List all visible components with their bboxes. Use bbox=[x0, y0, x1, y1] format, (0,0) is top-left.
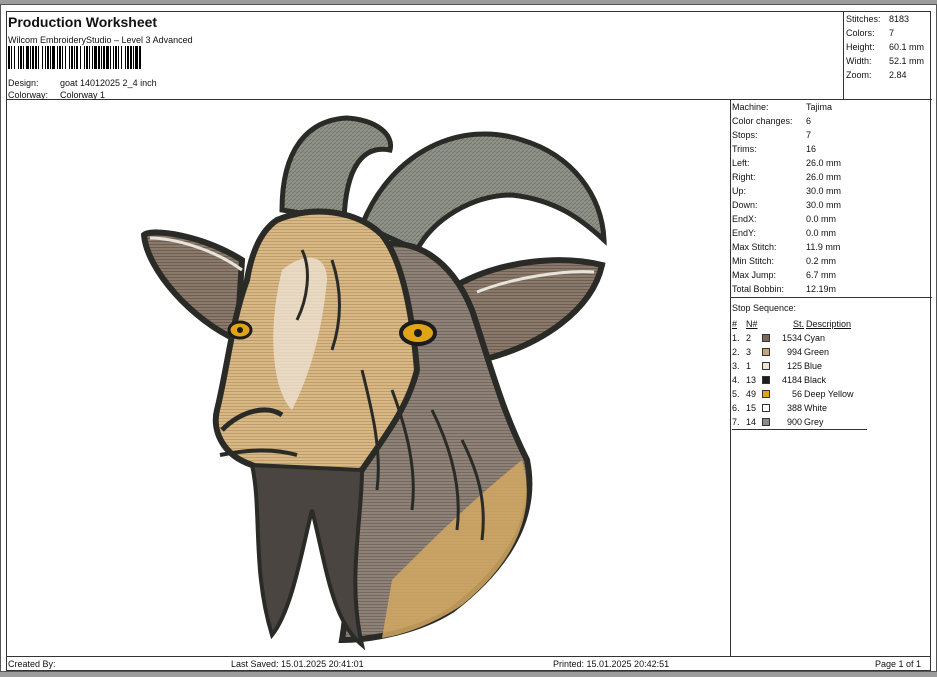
stop-index: 6. bbox=[732, 403, 740, 413]
info-machine: Machine: Tajima bbox=[732, 102, 833, 112]
color-description: Grey bbox=[804, 417, 824, 427]
needle-number: 1 bbox=[746, 361, 752, 371]
color-description: Black bbox=[804, 375, 827, 385]
design-row: Design: goat 14012025 2_4 inch bbox=[8, 78, 157, 88]
stop-row: 2. 3 994 Green bbox=[732, 345, 867, 359]
stop-index: 3. bbox=[732, 361, 740, 371]
info-up: Up: 30.0 mm bbox=[732, 186, 842, 196]
goat-embroidery-image bbox=[140, 115, 607, 650]
colorway-row: Colorway: Colorway 1 bbox=[8, 90, 105, 100]
stat-height: Height: 60.1 mm bbox=[846, 42, 925, 52]
color-description: Green bbox=[804, 347, 830, 357]
stat-stitches: Stitches: 8183 bbox=[846, 14, 910, 24]
design-label: Design: bbox=[8, 78, 39, 88]
worksheet-page: Production Worksheet Wilcom EmbroiderySt… bbox=[0, 4, 937, 672]
stat-width: Width: 52.1 mm bbox=[846, 56, 925, 66]
color-description: Blue bbox=[804, 361, 823, 371]
software-name: Wilcom EmbroideryStudio – Level 3 Advanc… bbox=[8, 35, 193, 45]
info-max-jump: Max Jump: 6.7 mm bbox=[732, 270, 837, 280]
color-description: Deep Yellow bbox=[804, 389, 854, 399]
stop-row: 5. 49 56 Deep Yellow bbox=[732, 387, 867, 401]
colorway-label: Colorway: bbox=[8, 90, 49, 100]
printed-date: Printed: 15.01.2025 20:42:51 bbox=[553, 659, 670, 669]
footer: Created By: Last Saved: 15.01.2025 20:41… bbox=[7, 656, 930, 671]
stop-row: 6. 15 388 White bbox=[732, 401, 867, 415]
info-left: Left: 26.0 mm bbox=[732, 158, 842, 168]
color-swatch bbox=[762, 390, 776, 398]
created-by: Created By: bbox=[8, 659, 56, 669]
stop-index: 4. bbox=[732, 375, 740, 385]
color-swatch bbox=[762, 404, 776, 412]
color-description: Cyan bbox=[804, 333, 826, 343]
page-number: Page 1 of 1 bbox=[875, 659, 922, 669]
needle-number: 13 bbox=[746, 375, 757, 385]
stop-index: 1. bbox=[732, 333, 740, 343]
stop-row: 4. 13 4184 Black bbox=[732, 373, 867, 387]
info-endy: EndY: 0.0 mm bbox=[732, 228, 837, 238]
header-panel: Production Worksheet Wilcom EmbroiderySt… bbox=[7, 12, 843, 100]
stitch-count: 994 bbox=[786, 347, 802, 357]
info-trims: Trims: 16 bbox=[732, 144, 817, 154]
needle-number: 2 bbox=[746, 333, 752, 343]
divider bbox=[731, 297, 932, 298]
colorway-value: Colorway 1 bbox=[60, 90, 106, 100]
needle-number: 3 bbox=[746, 347, 752, 357]
color-swatch bbox=[762, 334, 776, 342]
stop-sequence-table: # N# St. Description 1. 2 1534 Cyan 2. 3 994 Gr… bbox=[732, 317, 867, 430]
page-title: Production Worksheet bbox=[8, 14, 158, 30]
needle-number: 49 bbox=[746, 389, 757, 399]
machine-info-panel: Machine: Tajima Color changes: 6 Stops: 7 T… bbox=[730, 100, 932, 656]
stat-colors: Colors: 7 bbox=[846, 28, 895, 38]
stat-zoom: Zoom: 2.84 bbox=[846, 70, 907, 80]
needle-number: 14 bbox=[746, 417, 757, 427]
stop-row: 7. 14 900 Grey bbox=[732, 415, 867, 429]
stop-index: 2. bbox=[732, 347, 740, 357]
stop-index: 5. bbox=[732, 389, 740, 399]
barcode bbox=[8, 46, 272, 69]
info-endx: EndX: 0.0 mm bbox=[732, 214, 837, 224]
color-description: White bbox=[804, 403, 828, 413]
last-saved: Last Saved: 15.01.2025 20:41:01 bbox=[231, 659, 364, 669]
info-color-changes: Color changes: 6 bbox=[732, 116, 812, 126]
stop-sequence-heading: Stop Sequence: bbox=[732, 303, 797, 313]
color-swatch bbox=[762, 376, 776, 384]
info-min-stitch: Min Stitch: 0.2 mm bbox=[732, 256, 837, 266]
color-swatch bbox=[762, 418, 776, 426]
info-max-stitch: Max Stitch: 11.9 mm bbox=[732, 242, 841, 252]
stop-row: 1. 2 1534 Cyan bbox=[732, 331, 867, 345]
summary-stats: Stitches: 8183 Colors: 7 Height: 60.1 mm Wi… bbox=[843, 12, 932, 100]
stitch-count: 900 bbox=[786, 417, 802, 427]
worksheet-frame: Production Worksheet Wilcom EmbroiderySt… bbox=[6, 11, 932, 671]
stitch-count: 388 bbox=[786, 403, 802, 413]
design-preview bbox=[7, 100, 730, 656]
stitch-count: 1534 bbox=[781, 333, 802, 343]
needle-number: 15 bbox=[746, 403, 757, 413]
color-swatch bbox=[762, 348, 776, 356]
info-total-bobbin: Total Bobbin: 12.19m bbox=[732, 284, 837, 294]
stop-row: 3. 1 125 Blue bbox=[732, 359, 867, 373]
stop-table-header: # N# St. Description bbox=[732, 319, 852, 329]
info-stops: Stops: 7 bbox=[732, 130, 812, 140]
stitch-count: 125 bbox=[786, 361, 802, 371]
stitch-count: 4184 bbox=[781, 375, 802, 385]
color-swatch bbox=[762, 362, 776, 370]
info-right: Right: 26.0 mm bbox=[732, 172, 842, 182]
design-value: goat 14012025 2_4 inch bbox=[60, 78, 157, 88]
stitch-count: 56 bbox=[791, 389, 802, 399]
stop-index: 7. bbox=[732, 417, 740, 427]
info-down: Down: 30.0 mm bbox=[732, 200, 842, 210]
